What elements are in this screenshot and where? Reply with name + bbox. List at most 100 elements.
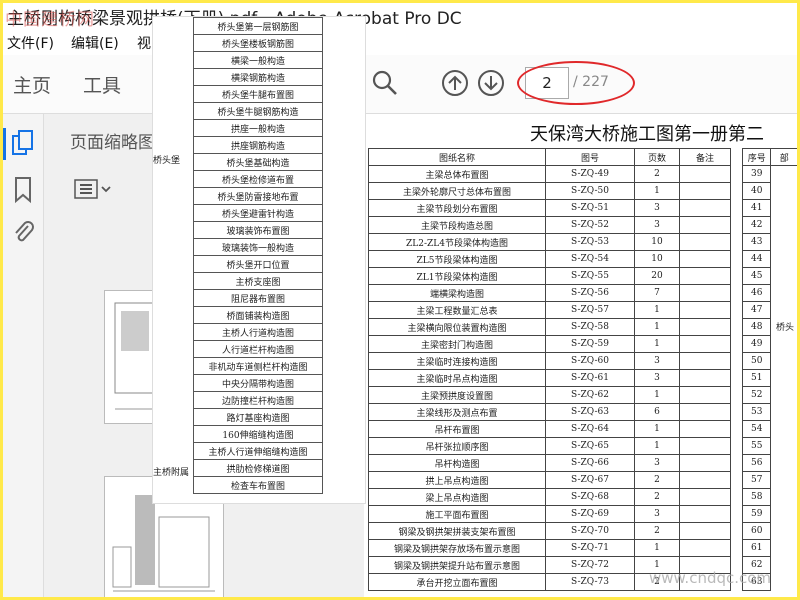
side-row: 51 (741, 369, 797, 387)
row-name: 主梁节段构造总图 (368, 216, 546, 234)
overlay-list-table: 桥头堡第一层钢筋图 桥头堡楼板钢筋图 横梁一般构造 横梁钢筋构造 桥头堡牛腿布置图 桥头堡… (193, 17, 323, 494)
side-seq: 58 (741, 488, 772, 506)
side-seq: 55 (741, 437, 772, 455)
side-row: 49 (741, 335, 797, 353)
row-remarks (679, 250, 731, 268)
row-number: S-ZQ-52 (545, 216, 635, 234)
drawing-list-table: 图纸名称 图号 页数 备注 主梁总体布置图 S-ZQ-49 2 主梁外轮廓尺寸总体布置… (368, 148, 731, 591)
side-seq: 42 (741, 216, 772, 234)
table-row: 钢梁及钢拱架拼装支架布置图 S-ZQ-70 2 (368, 522, 731, 540)
tab-tools[interactable]: 工具 (83, 71, 121, 98)
menu-view[interactable]: 视 (137, 33, 151, 53)
row-number: S-ZQ-56 (545, 284, 635, 302)
row-number: S-ZQ-62 (545, 386, 635, 404)
row-remarks (679, 471, 731, 489)
page-thumbnails-icon[interactable] (11, 130, 35, 158)
list-item: 拱肋检修梯道图 (193, 459, 323, 477)
row-name: ZL5节段梁体构造图 (368, 250, 546, 268)
document-view[interactable]: 天保湾大桥施工图第一册第二 图纸名称 图号 页数 备注 主梁总体布置图 S-ZQ-… (364, 114, 797, 597)
list-item: 非机动车道侧栏杆构造图 (193, 357, 323, 375)
side-seq: 41 (741, 199, 772, 217)
tab-home[interactable]: 主页 (13, 71, 51, 98)
row-name: ZL2-ZL4节段梁体构造图 (368, 233, 546, 251)
list-item: 桥头堡楼板钢筋图 (193, 34, 323, 52)
options-menu-icon[interactable] (74, 178, 114, 202)
menu-file[interactable]: 文件(F) (7, 33, 54, 53)
list-item: 边防撞栏杆构造图 (193, 391, 323, 409)
row-name: 主梁外轮廓尺寸总体布置图 (368, 182, 546, 200)
row-pages: 10 (634, 250, 680, 268)
row-name: 主梁总体布置图 (368, 165, 546, 183)
row-remarks (679, 267, 731, 285)
side-row: 56 (741, 454, 797, 472)
row-name: 主梁临时连接构造图 (368, 352, 546, 370)
next-page-icon[interactable] (477, 69, 505, 97)
side-seq: 60 (741, 522, 772, 540)
table-row: 吊杆构造图 S-ZQ-66 3 (368, 454, 731, 472)
list-item: 160伸缩缝构造图 (193, 425, 323, 443)
bookmark-icon[interactable] (11, 176, 35, 204)
row-number: S-ZQ-69 (545, 505, 635, 523)
list-item-label: 桥头堡检修道布置 (193, 170, 323, 188)
side-row: 59 (741, 505, 797, 523)
group-label: 主桥附属 (153, 468, 190, 478)
side-part (770, 488, 797, 506)
row-name: 拱上吊点构造图 (368, 471, 546, 489)
side-row: 53 (741, 403, 797, 421)
row-pages: 7 (634, 284, 680, 302)
list-item: 桥头堡检修道布置 (193, 170, 323, 188)
row-remarks (679, 352, 731, 370)
table-row: 拱上吊点构造图 S-ZQ-67 2 (368, 471, 731, 489)
list-item-label: 主桥支座图 (193, 272, 323, 290)
row-number: S-ZQ-53 (545, 233, 635, 251)
table-row: ZL1节段梁体构造图 S-ZQ-55 20 (368, 267, 731, 285)
attachment-icon[interactable] (11, 218, 35, 246)
table-row: 主梁横向限位装置构造图 S-ZQ-58 1 (368, 318, 731, 336)
row-pages: 2 (634, 522, 680, 540)
side-seq: 49 (741, 335, 772, 353)
row-name: 钢梁及钢拱架拼装支架布置图 (368, 522, 546, 540)
highlight-ring (517, 61, 635, 105)
row-name: 承台开挖立面布置图 (368, 573, 546, 591)
side-header-seq: 序号 (741, 148, 772, 166)
list-item-label: 桥头堡基础构造 (193, 153, 323, 171)
list-item: 玻璃装饰一般构造 (193, 238, 323, 256)
list-item-label: 桥头堡牛腿布置图 (193, 85, 323, 103)
side-part (770, 505, 797, 523)
watermark: www.cndqc.com (649, 569, 772, 587)
table-header-row: 图纸名称 图号 页数 备注 (368, 148, 731, 166)
side-row: 46 (741, 284, 797, 302)
side-part (770, 539, 797, 557)
table-row: 梁上吊点构造图 S-ZQ-68 2 (368, 488, 731, 506)
table-row: 主梁工程数量汇总表 S-ZQ-57 1 (368, 301, 731, 319)
menu-edit[interactable]: 编辑(E) (71, 33, 119, 53)
header-pages: 页数 (634, 148, 680, 166)
row-name: 主梁节段划分布置图 (368, 199, 546, 217)
row-pages: 3 (634, 369, 680, 387)
side-table: 序号 部 39 40 41 42 43 44 45 46 47 48 49 50 51 52 53 54 55 5… (741, 148, 797, 591)
side-part (770, 437, 797, 455)
row-number: S-ZQ-55 (545, 267, 635, 285)
list-item: 阻尼器布置图 (193, 289, 323, 307)
list-item-label: 桥头堡开口位置 (193, 255, 323, 273)
prev-page-icon[interactable] (441, 69, 469, 97)
table-row: 钢梁及钢拱架存放场布置示意图 S-ZQ-71 1 (368, 539, 731, 557)
row-number: S-ZQ-49 (545, 165, 635, 183)
row-pages: 3 (634, 352, 680, 370)
list-item: 桥头堡开口位置 (193, 255, 323, 273)
table-row: 端横梁构造图 S-ZQ-56 7 (368, 284, 731, 302)
list-item-label: 玻璃装饰布置图 (193, 221, 323, 239)
row-pages: 3 (634, 216, 680, 234)
list-item-label: 桥头堡牛腿钢筋构造 (193, 102, 323, 120)
list-item-label: 主桥人行道伸缩缝构造图 (193, 442, 323, 460)
row-number: S-ZQ-65 (545, 437, 635, 455)
logo-overlay: 中国建桥网 (5, 10, 95, 30)
list-item: 桥头堡牛腿布置图 (193, 85, 323, 103)
row-remarks (679, 505, 731, 523)
list-item: 桥面铺装构造图 (193, 306, 323, 324)
row-name: 钢梁及钢拱架存放场布置示意图 (368, 539, 546, 557)
row-remarks (679, 369, 731, 387)
side-row: 39 (741, 165, 797, 183)
search-icon[interactable] (371, 69, 399, 97)
table-row: 主梁临时连接构造图 S-ZQ-60 3 (368, 352, 731, 370)
